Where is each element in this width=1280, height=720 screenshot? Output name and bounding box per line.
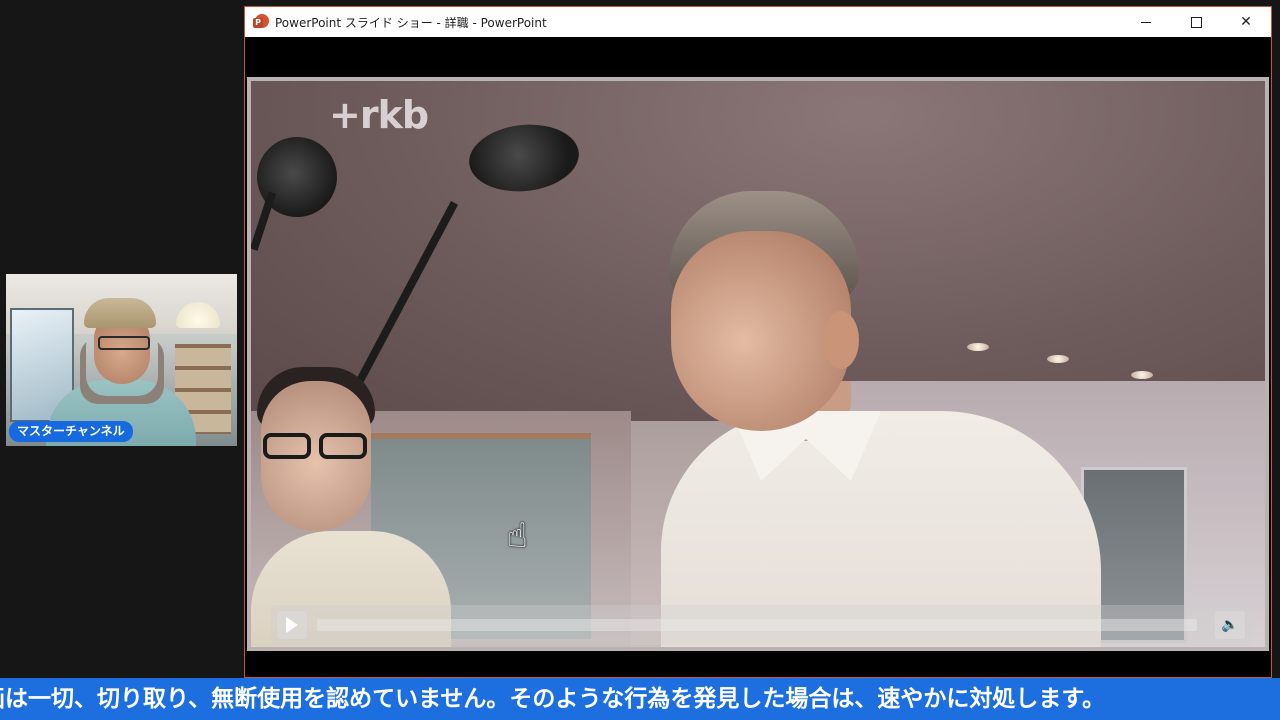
window-titlebar[interactable]: P PowerPoint スライド ショー - 詳職 - PowerPoint …	[245, 7, 1271, 37]
ticker-text: 画は一切、切り取り、無断使用を認めていません。そのような行為を発見した場合は、速…	[0, 686, 1106, 712]
interviewee-ear	[823, 311, 859, 369]
minimize-icon	[1141, 21, 1151, 23]
rkb-logo: +rkb	[329, 93, 429, 137]
close-icon: ✕	[1240, 14, 1252, 30]
volume-icon: 🔈	[1221, 617, 1239, 633]
minimize-button[interactable]	[1121, 7, 1171, 37]
presenter-glasses	[98, 336, 150, 350]
powerpoint-icon: P	[253, 14, 269, 30]
presenter-hat	[84, 298, 156, 328]
maximize-icon	[1190, 16, 1202, 28]
window-controls: ✕	[1121, 7, 1271, 37]
reporter-glasses	[263, 433, 367, 459]
media-controls: 🔈	[271, 605, 1253, 645]
powerpoint-window: P PowerPoint スライド ショー - 詳職 - PowerPoint …	[244, 6, 1272, 678]
volume-button[interactable]: 🔈	[1215, 611, 1245, 639]
notice-ticker: 画は一切、切り取り、無断使用を認めていません。そのような行為を発見した場合は、速…	[0, 678, 1280, 720]
screen: マスターチャンネル P PowerPoint スライド ショー - 詳職 - P…	[0, 0, 1280, 720]
channel-name-badge: マスターチャンネル	[9, 421, 133, 442]
window-title: PowerPoint スライド ショー - 詳職 - PowerPoint	[275, 15, 547, 30]
maximize-button[interactable]	[1171, 7, 1221, 37]
embedded-video[interactable]: +rkb ☝ 🔈	[247, 77, 1269, 651]
seek-bar[interactable]	[317, 619, 1197, 631]
hand-pointer-icon: ☝	[507, 516, 528, 556]
play-button[interactable]	[277, 611, 307, 639]
close-button[interactable]: ✕	[1221, 7, 1271, 37]
play-icon	[286, 617, 298, 633]
slide-area[interactable]: +rkb ☝ 🔈	[245, 37, 1271, 677]
